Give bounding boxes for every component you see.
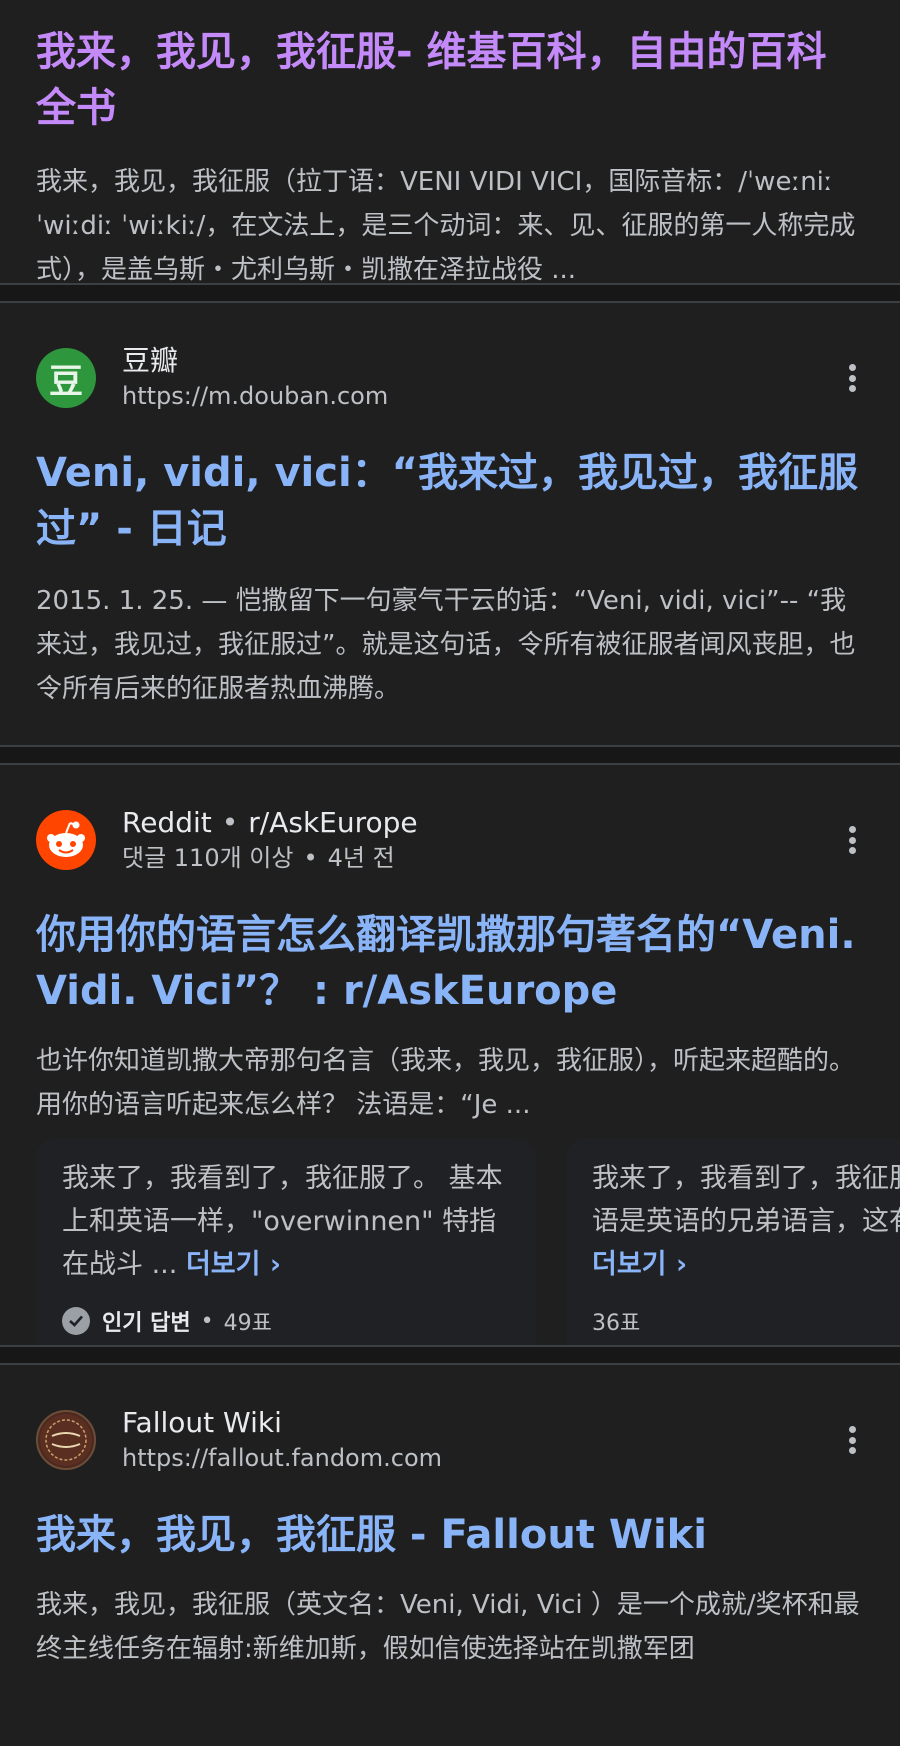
answer-carousel[interactable]: 我来了，我看到了，我征服了。 基本上和英语一样，"overwinnen" 特指在… <box>36 1139 900 1345</box>
more-link[interactable]: 더보기 › <box>592 1249 687 1280</box>
more-link[interactable]: 더보기 › <box>186 1249 281 1280</box>
answer-card[interactable]: 我来了，我看到了，我征服了。荷兰语是英语的兄弟语言，这有点奇怪 ... 더보기 … <box>566 1139 900 1345</box>
search-results-page: 我来，我见，我征服- 维基百科，自由的百科全书 我来，我见，我征服（拉丁语：VE… <box>0 0 900 1746</box>
result-title[interactable]: 我来，我见，我征服- 维基百科，自由的百科全书 <box>36 24 864 136</box>
result-snippet: 2015. 1. 25. — 恺撒留下一句豪气干云的话：“Veni, vidi,… <box>36 586 856 704</box>
check-circle-icon <box>62 1307 90 1335</box>
subreddit: r/AskEurope <box>248 806 418 839</box>
more-vert-icon[interactable] <box>840 820 864 860</box>
source-url: https://m.douban.com <box>122 382 389 410</box>
reddit-icon <box>36 810 96 870</box>
douban-icon: 豆 <box>36 348 96 408</box>
more-vert-icon[interactable] <box>840 1420 864 1460</box>
source-url: https://fallout.fandom.com <box>122 1444 443 1472</box>
result-reddit: Reddit • r/AskEurope 댓글 110개 이상 • 4년 전 你用你的语… <box>0 765 900 1345</box>
source-name: 豆瓣 <box>122 344 179 377</box>
divider <box>0 745 900 765</box>
answer-text: 我来了，我看到了，我征服了。 基本上和英语一样，"overwinnen" 特指在… <box>62 1163 503 1280</box>
result-snippet: 也许你知道凯撒大帝那句名言（我来，我见，我征服），听起来超酷的。用你的语言听起来… <box>36 1046 856 1120</box>
source-name: Reddit • r/AskEurope <box>122 806 418 839</box>
result-snippet: 我来，我见，我征服（拉丁语：VENI VIDI VICI，国际音标：/ˈweːn… <box>36 167 856 285</box>
top-answer-badge: 인기 답변 <box>102 1311 191 1336</box>
source-row[interactable]: Reddit • r/AskEurope 댓글 110개 이상 • 4년 전 <box>36 795 864 885</box>
vote-count: 49표 <box>223 1311 272 1336</box>
result-snippet: 我来，我见，我征服（英文名：Veni, Vidi, Vici ）是一个成就/奖杯… <box>36 1590 860 1664</box>
answer-meta: 36표 <box>592 1296 900 1345</box>
answer-text: 我来了，我看到了，我征服了。荷兰语是英语的兄弟语言，这有点奇怪 ... 더보기 … <box>592 1163 900 1280</box>
chevron-right-icon: › <box>675 1249 688 1280</box>
result-title[interactable]: 你用你的语言怎么翻译凯撒那句著名的“Veni. Vidi. Vici”？ : r… <box>36 907 864 1019</box>
source-row[interactable]: 豆 豆瓣 https://m.douban.com <box>36 333 864 423</box>
divider <box>0 1345 900 1365</box>
result-title[interactable]: 我来，我见，我征服 - Fallout Wiki <box>36 1507 864 1563</box>
vote-count: 36표 <box>592 1311 641 1336</box>
source-name: Fallout Wiki <box>122 1406 282 1439</box>
result-fallout-wiki: Fallout Wiki https://fallout.fandom.com … <box>0 1365 900 1671</box>
source-row[interactable]: Fallout Wiki https://fallout.fandom.com <box>36 1395 864 1485</box>
answer-card[interactable]: 我来了，我看到了，我征服了。 基本上和英语一样，"overwinnen" 特指在… <box>36 1139 536 1345</box>
result-title[interactable]: Veni, vidi, vici：“我来过，我见过，我征服过” - 日记 <box>36 445 864 557</box>
fallout-wiki-icon <box>36 1410 96 1470</box>
more-vert-icon[interactable] <box>840 358 864 398</box>
source-meta: 댓글 110개 이상 • 4년 전 <box>122 844 395 872</box>
chevron-right-icon: › <box>269 1249 282 1280</box>
result-douban: 豆 豆瓣 https://m.douban.com Veni, vidi, vi… <box>0 303 900 745</box>
result-wikipedia: 我来，我见，我征服- 维基百科，自由的百科全书 我来，我见，我征服（拉丁语：VE… <box>0 0 900 285</box>
answer-meta: 인기 답변 • 49표 <box>62 1296 512 1345</box>
